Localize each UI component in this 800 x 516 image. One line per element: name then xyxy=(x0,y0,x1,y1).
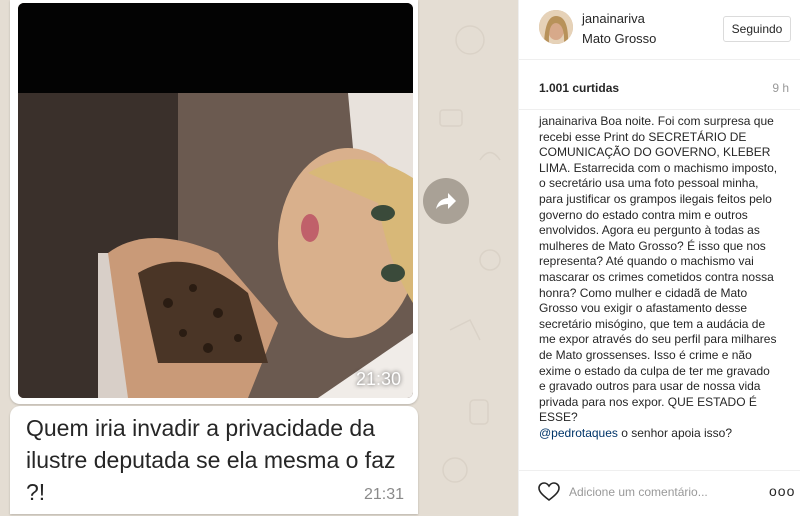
more-options-icon[interactable]: ooo xyxy=(769,483,795,499)
photo-timestamp: 21:30 xyxy=(355,369,401,389)
following-button[interactable]: Seguindo xyxy=(723,16,791,42)
username-link[interactable]: janainariva xyxy=(582,11,645,26)
forward-button[interactable] xyxy=(423,178,469,224)
avatar[interactable] xyxy=(539,10,573,44)
post-header: janainariva Mato Grosso Seguindo xyxy=(519,0,800,60)
heart-outline-icon[interactable] xyxy=(538,482,560,502)
selfie-image xyxy=(18,3,413,398)
comment-input[interactable]: Adicione um comentário... xyxy=(569,485,708,499)
location-link[interactable]: Mato Grosso xyxy=(582,31,656,46)
caption-username[interactable]: janainariva xyxy=(539,114,597,128)
mention-link[interactable]: @pedrotaques xyxy=(539,426,618,440)
post-media: 21:30 Quem iria invadir a privacidade da… xyxy=(0,0,518,516)
avatar-image xyxy=(539,10,573,44)
mention-text: o senhor apoia isso? xyxy=(621,425,732,440)
post-time[interactable]: 9 h xyxy=(772,81,789,95)
message-text: Quem iria invadir a privacidade da ilust… xyxy=(26,415,396,505)
post-sidebar: janainariva Mato Grosso Seguindo 1.001 c… xyxy=(518,0,800,516)
post-caption: janainariva Boa noite. Foi com surpresa … xyxy=(539,114,779,441)
post-meta: 1.001 curtidas 9 h xyxy=(519,60,800,110)
forward-arrow-icon xyxy=(436,193,456,209)
comment-bar: Adicione um comentário... ooo xyxy=(519,470,800,516)
selfie-photo[interactable]: 21:30 xyxy=(18,3,413,398)
text-message-bubble: Quem iria invadir a privacidade da ilust… xyxy=(10,406,418,514)
message-timestamp: 21:31 xyxy=(363,486,404,503)
caption-text: Boa noite. Foi com surpresa que recebi e… xyxy=(539,114,778,425)
likes-count[interactable]: 1.001 curtidas xyxy=(539,81,619,95)
